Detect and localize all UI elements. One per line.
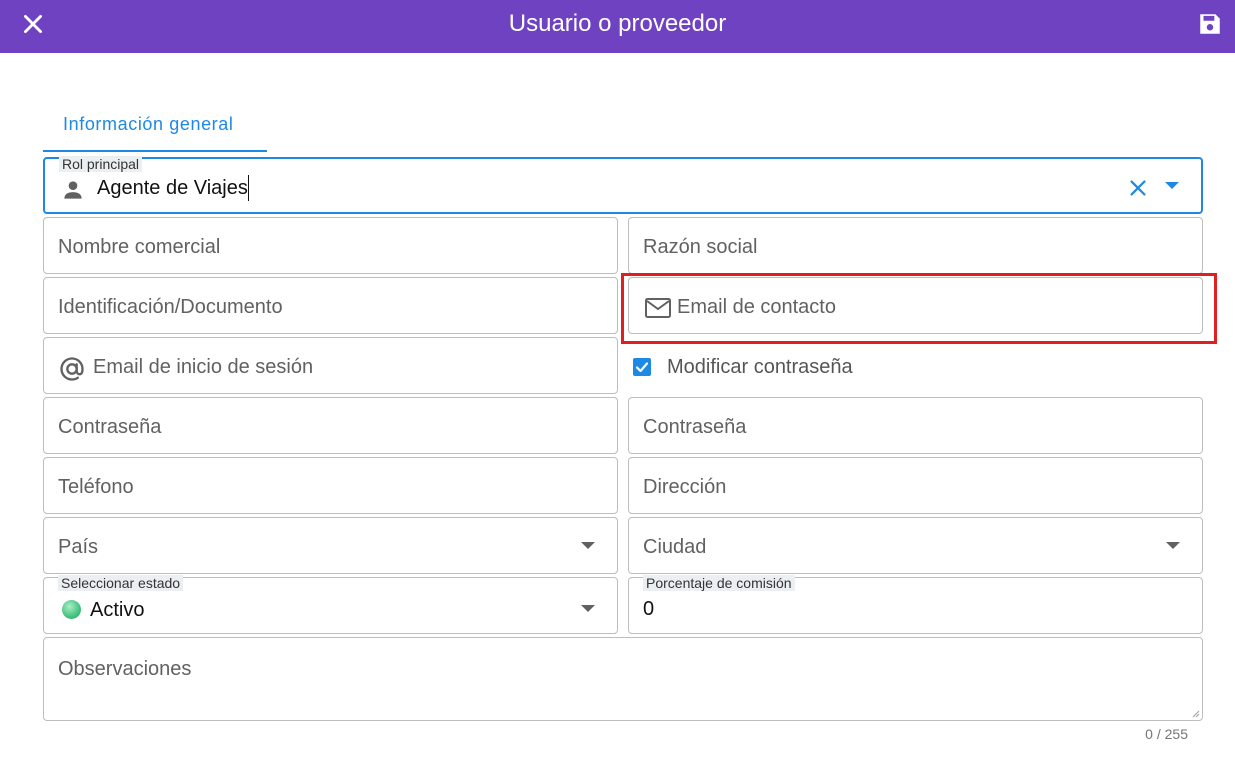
clear-button[interactable] xyxy=(1127,177,1149,199)
estado-value: Activo xyxy=(90,599,145,621)
chevron-down-icon[interactable] xyxy=(1165,182,1179,189)
observaciones-textarea[interactable]: Observaciones xyxy=(43,637,1203,721)
email-contacto-placeholder: Email de contacto xyxy=(677,296,836,318)
chevron-down-icon[interactable] xyxy=(1166,542,1180,549)
razon-social-input[interactable]: Razón social xyxy=(628,217,1203,274)
tab-informacion-general[interactable]: Información general xyxy=(43,100,267,152)
contrasena-placeholder: Contraseña xyxy=(58,416,162,438)
identificacion-placeholder: Identificación/Documento xyxy=(58,296,283,318)
email-inicio-sesion-placeholder: Email de inicio de sesión xyxy=(93,356,314,378)
direccion-input[interactable]: Dirección xyxy=(628,457,1203,514)
at-icon xyxy=(60,357,84,381)
modificar-contrasena-checkbox[interactable] xyxy=(633,358,651,376)
chevron-down-icon[interactable] xyxy=(581,542,595,549)
status-dot-icon xyxy=(62,600,81,619)
direccion-placeholder: Dirección xyxy=(643,476,727,498)
check-icon xyxy=(635,362,649,373)
porcentaje-comision-label: Porcentaje de comisión xyxy=(643,575,795,591)
confirmar-contrasena-placeholder: Contraseña xyxy=(643,416,747,438)
mail-icon xyxy=(645,298,671,318)
contrasena-input[interactable]: Contraseña xyxy=(43,397,618,454)
save-button[interactable] xyxy=(1197,11,1223,37)
porcentaje-comision-input[interactable]: Porcentaje de comisión 0 xyxy=(628,575,1203,634)
character-counter: 0 / 255 xyxy=(1145,726,1188,742)
chevron-down-icon[interactable] xyxy=(581,605,595,612)
nombre-comercial-input[interactable]: Nombre comercial xyxy=(43,217,618,274)
ciudad-placeholder: Ciudad xyxy=(643,536,707,558)
razon-social-placeholder: Razón social xyxy=(643,236,758,258)
confirmar-contrasena-input[interactable]: Contraseña xyxy=(628,397,1203,454)
observaciones-placeholder: Observaciones xyxy=(58,658,192,680)
estado-select[interactable]: Seleccionar estado Activo xyxy=(43,575,618,634)
rol-principal-value: Agente de Viajes xyxy=(97,177,248,199)
rol-principal-select[interactable]: Rol principal Agente de Viajes xyxy=(43,156,1203,214)
telefono-placeholder: Teléfono xyxy=(58,476,134,498)
rol-principal-label: Rol principal xyxy=(59,156,143,172)
pais-placeholder: País xyxy=(58,536,99,558)
email-inicio-sesion-input[interactable]: Email de inicio de sesión xyxy=(43,337,618,394)
email-contacto-input[interactable]: Email de contacto xyxy=(628,277,1203,334)
modificar-contrasena-label: Modificar contraseña xyxy=(667,356,853,378)
ciudad-select[interactable]: Ciudad xyxy=(628,517,1203,574)
clear-icon xyxy=(1130,180,1146,196)
pais-select[interactable]: País xyxy=(43,517,618,574)
porcentaje-comision-value: 0 xyxy=(643,598,655,620)
tab-label: Información general xyxy=(63,114,234,134)
resize-handle-icon[interactable] xyxy=(1192,710,1200,718)
person-icon xyxy=(64,181,82,199)
nombre-comercial-placeholder: Nombre comercial xyxy=(58,236,221,258)
dialog-header: Usuario o proveedor xyxy=(0,0,1235,53)
text-cursor xyxy=(248,175,249,201)
telefono-input[interactable]: Teléfono xyxy=(43,457,618,514)
identificacion-input[interactable]: Identificación/Documento xyxy=(43,277,618,334)
save-icon xyxy=(1200,14,1220,34)
estado-label: Seleccionar estado xyxy=(58,575,184,591)
dialog-title: Usuario o proveedor xyxy=(508,10,727,37)
